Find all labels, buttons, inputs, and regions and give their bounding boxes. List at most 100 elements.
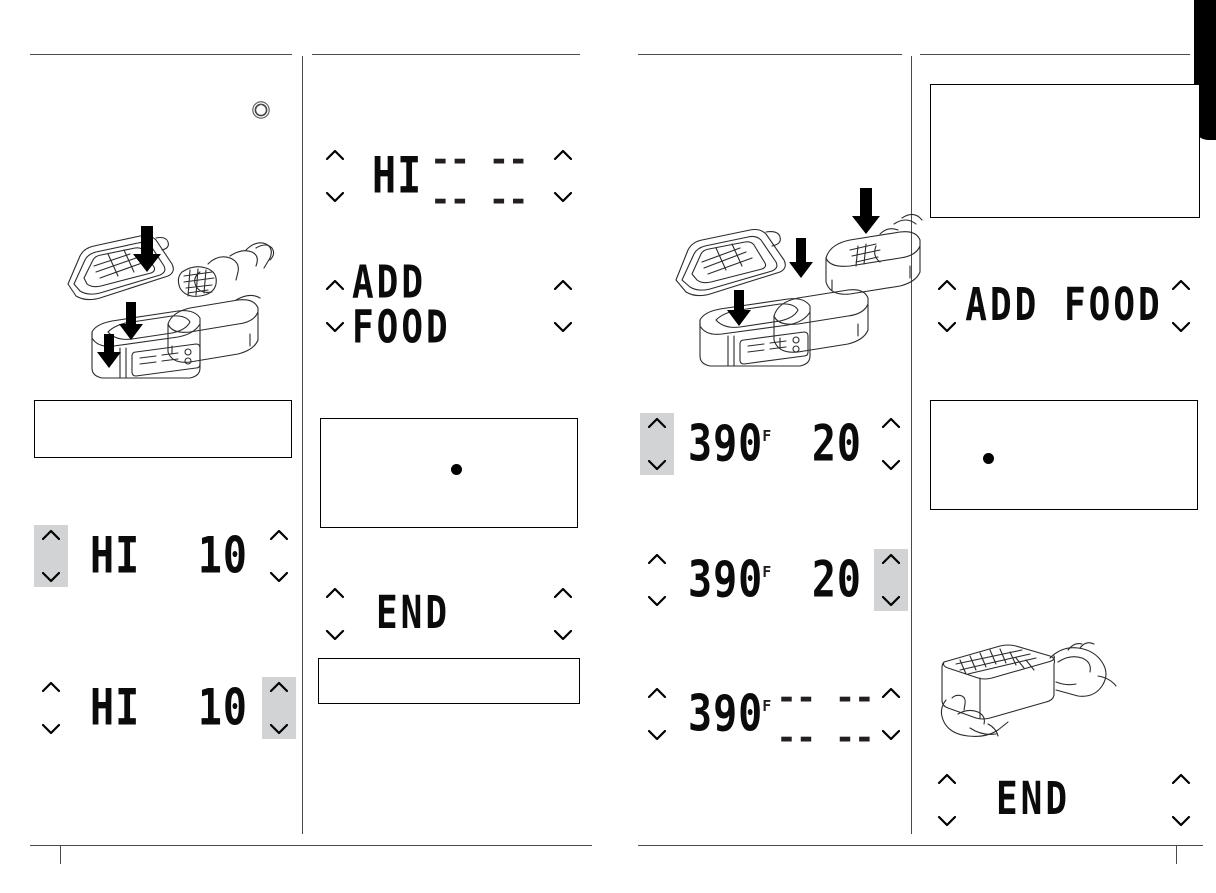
left-col-header-rule bbox=[30, 54, 292, 55]
lcd-time-value: 20 bbox=[811, 415, 862, 473]
chevron-down-icon[interactable] bbox=[553, 321, 573, 333]
chevron-up-icon[interactable] bbox=[647, 687, 667, 699]
display-390f-20-left-selected: 390 F 20 bbox=[640, 410, 908, 478]
lcd-temperature-value: 390 bbox=[688, 415, 764, 473]
chevron-down-icon[interactable] bbox=[269, 571, 289, 583]
chevron-down-icon[interactable] bbox=[937, 815, 957, 827]
chevron-up-icon[interactable] bbox=[881, 553, 901, 565]
lcd-message: ADD FOOD bbox=[352, 257, 451, 354]
chevron-up-icon[interactable] bbox=[937, 279, 957, 291]
display-390f-20-right-selected: 390 F 20 bbox=[640, 546, 908, 614]
temp-arrows-up-down[interactable] bbox=[318, 145, 352, 207]
chevron-down-icon[interactable] bbox=[647, 459, 667, 471]
chevron-down-icon[interactable] bbox=[41, 723, 61, 735]
time-arrows-up-down[interactable] bbox=[262, 525, 296, 587]
temp-arrows-up-down[interactable] bbox=[318, 275, 352, 337]
left-col-callout-box bbox=[34, 400, 292, 458]
chevron-down-icon[interactable] bbox=[1171, 321, 1191, 333]
stacked-baskets-cooker-illustration bbox=[666, 188, 923, 368]
chevron-down-icon[interactable] bbox=[325, 191, 345, 203]
chevron-up-icon[interactable] bbox=[325, 149, 345, 161]
lcd-time-value: 20 bbox=[811, 551, 862, 609]
chevron-up-icon[interactable] bbox=[881, 417, 901, 429]
display-hi-dashes: HI -- -- -- -- bbox=[318, 140, 580, 220]
left-page-footer-rule bbox=[30, 845, 592, 846]
chevron-down-icon[interactable] bbox=[269, 723, 289, 735]
lcd-temperature-unit: F bbox=[762, 427, 772, 445]
bullet-dot-icon bbox=[983, 453, 994, 464]
time-arrows-up-down[interactable] bbox=[546, 275, 580, 337]
chevron-down-icon[interactable] bbox=[325, 629, 345, 641]
hands-lifting-basket-illustration bbox=[938, 632, 1128, 752]
chevron-down-icon[interactable] bbox=[937, 321, 957, 333]
chevron-up-icon[interactable] bbox=[553, 279, 573, 291]
chevron-down-icon[interactable] bbox=[881, 595, 901, 607]
right-page-footer-rule bbox=[638, 845, 1203, 846]
time-arrows-up-down[interactable] bbox=[546, 145, 580, 207]
chevron-up-icon[interactable] bbox=[881, 687, 901, 699]
display-end-right: END bbox=[930, 766, 1198, 834]
lcd-temperature-unit: F bbox=[762, 697, 772, 715]
chevron-down-icon[interactable] bbox=[325, 321, 345, 333]
temp-arrows-up-down[interactable] bbox=[640, 413, 674, 475]
chevron-down-icon[interactable] bbox=[647, 729, 667, 741]
temp-arrows-up-down[interactable] bbox=[930, 275, 964, 337]
right-page-right-col-header-rule bbox=[920, 54, 1190, 55]
lcd-message: END bbox=[376, 587, 451, 639]
chevron-down-icon[interactable] bbox=[881, 729, 901, 741]
temp-arrows-up-down[interactable] bbox=[318, 583, 352, 645]
time-arrows-up-down[interactable] bbox=[1164, 275, 1198, 337]
lcd-left-value: HI bbox=[90, 679, 141, 737]
lcd-time-value: -- -- -- -- bbox=[776, 678, 874, 758]
display-390f-dashes: 390 F -- -- -- -- bbox=[640, 678, 908, 758]
time-arrows-up-down[interactable] bbox=[1164, 769, 1198, 831]
time-arrows-up-down[interactable] bbox=[546, 583, 580, 645]
lcd-message: END bbox=[996, 773, 1071, 825]
chevron-down-icon[interactable] bbox=[553, 629, 573, 641]
chevron-down-icon[interactable] bbox=[41, 571, 61, 583]
lcd-temperature-value: 390 bbox=[688, 685, 764, 743]
chevron-up-icon[interactable] bbox=[1171, 279, 1191, 291]
chevron-up-icon[interactable] bbox=[553, 149, 573, 161]
right-page-callout-box-top bbox=[930, 84, 1200, 218]
chevron-down-icon[interactable] bbox=[553, 191, 573, 203]
display-hi-10-left-selected: HI 10 bbox=[34, 522, 296, 590]
power-button-icon bbox=[251, 100, 271, 125]
temp-arrows-up-down[interactable] bbox=[34, 677, 68, 739]
chevron-up-icon[interactable] bbox=[647, 553, 667, 565]
left-page: HI 10 HI 10 HI -- -- -- -- ADD FOOD END bbox=[0, 0, 608, 893]
time-arrows-up-down[interactable] bbox=[874, 683, 908, 745]
lcd-right-value: 10 bbox=[197, 679, 248, 737]
lcd-temperature-value: 390 bbox=[688, 551, 764, 609]
chevron-down-icon[interactable] bbox=[881, 459, 901, 471]
manual-page-spread: HI 10 HI 10 HI -- -- -- -- ADD FOOD END … bbox=[0, 0, 1216, 893]
chevron-up-icon[interactable] bbox=[937, 773, 957, 785]
chevron-down-icon[interactable] bbox=[647, 595, 667, 607]
chevron-down-icon[interactable] bbox=[1171, 815, 1191, 827]
chevron-up-icon[interactable] bbox=[647, 417, 667, 429]
temp-arrows-up-down[interactable] bbox=[640, 683, 674, 745]
chevron-up-icon[interactable] bbox=[269, 681, 289, 693]
chevron-up-icon[interactable] bbox=[41, 681, 61, 693]
right-col-callout-box-bottom bbox=[318, 658, 580, 704]
temp-arrows-up-down[interactable] bbox=[640, 549, 674, 611]
right-page: 390 F 20 390 F 20 390 F -- -- -- -- ADD … bbox=[608, 0, 1216, 893]
temp-arrows-up-down[interactable] bbox=[34, 525, 68, 587]
bullet-dot-icon bbox=[451, 464, 462, 475]
temp-arrows-up-down[interactable] bbox=[930, 769, 964, 831]
chevron-up-icon[interactable] bbox=[325, 587, 345, 599]
lcd-right-value: -- -- -- -- bbox=[430, 140, 528, 220]
chevron-up-icon[interactable] bbox=[269, 529, 289, 541]
chevron-up-icon[interactable] bbox=[553, 587, 573, 599]
chevron-up-icon[interactable] bbox=[1171, 773, 1191, 785]
display-hi-10-right-selected: HI 10 bbox=[34, 674, 296, 742]
display-end: END bbox=[318, 580, 580, 648]
time-arrows-up-down[interactable] bbox=[262, 677, 296, 739]
chevron-up-icon[interactable] bbox=[41, 529, 61, 541]
chevron-up-icon[interactable] bbox=[325, 279, 345, 291]
time-arrows-up-down[interactable] bbox=[874, 413, 908, 475]
display-add-food-right: ADD FOOD bbox=[930, 272, 1198, 340]
right-page-footer-tick bbox=[1176, 846, 1177, 864]
display-add-food: ADD FOOD bbox=[318, 260, 580, 350]
time-arrows-up-down[interactable] bbox=[874, 549, 908, 611]
